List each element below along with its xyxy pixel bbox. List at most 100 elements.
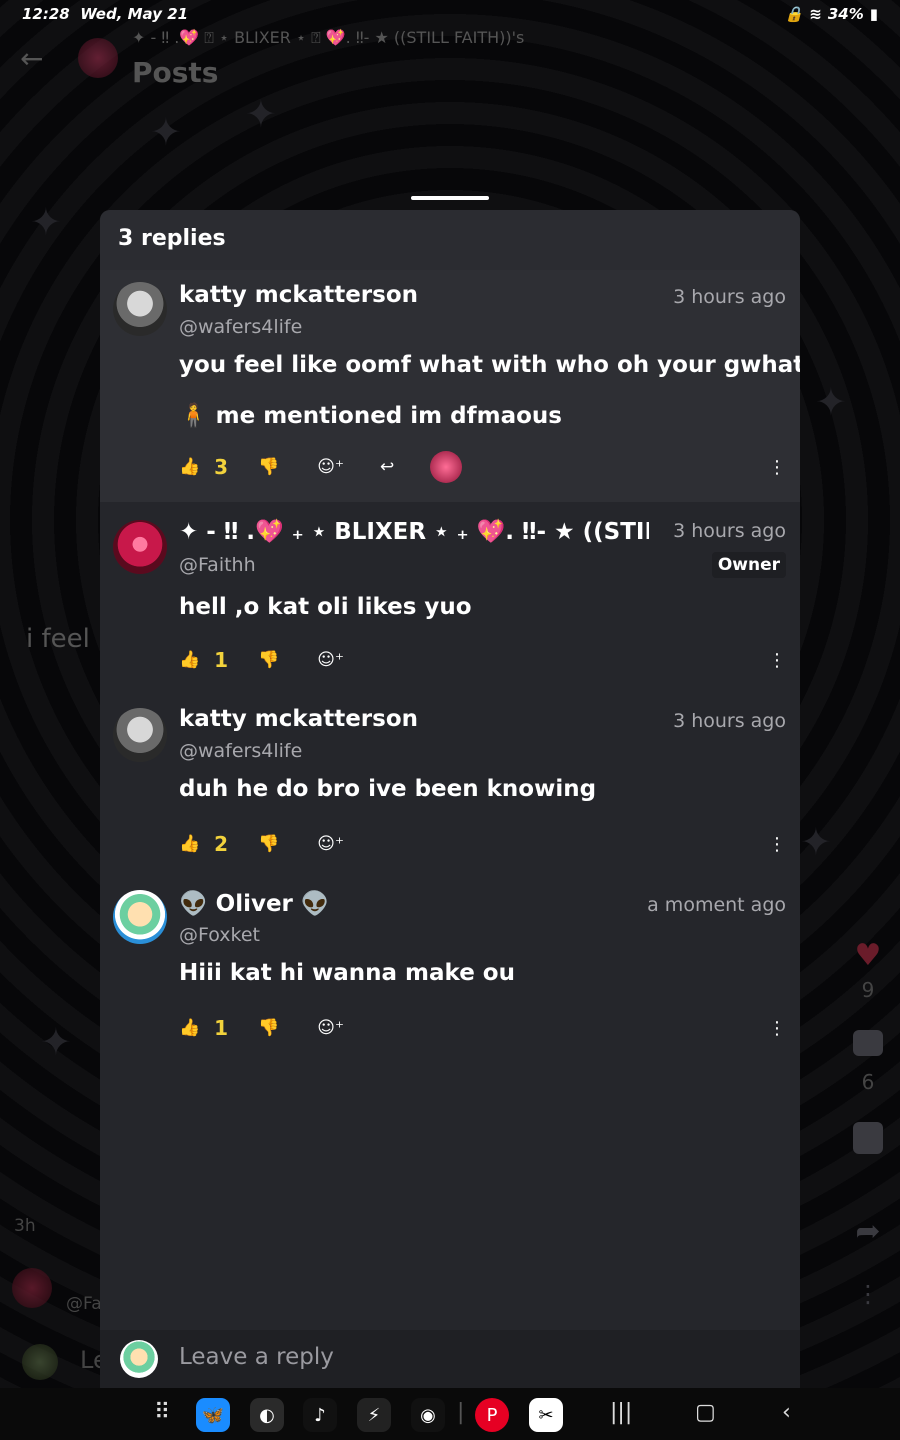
- ibispaint-app-icon[interactable]: ◐: [250, 1398, 284, 1432]
- thumbs-up-icon[interactable]: 👍: [179, 457, 200, 477]
- thumbs-up-icon[interactable]: 👍: [179, 650, 200, 670]
- sheet-title: 3 replies: [100, 210, 800, 270]
- recents-icon[interactable]: |||: [610, 1400, 632, 1425]
- thumbs-down-icon[interactable]: 👎: [258, 457, 279, 477]
- sticker-icon[interactable]: [848, 1122, 888, 1158]
- background-avatar: [12, 1268, 52, 1308]
- background-post-time: 3h: [14, 1216, 36, 1236]
- capcut-app-icon[interactable]: ✂: [529, 1398, 563, 1432]
- reply-author[interactable]: katty mckatterson: [179, 282, 418, 308]
- reply-actions: 👍 3 👎 ☺⁺ ↩ ⋮: [179, 451, 786, 483]
- heart-count: 9: [861, 978, 875, 1002]
- like-count: 2: [214, 832, 229, 856]
- page-title: Posts: [132, 56, 219, 89]
- divider: |: [457, 1400, 465, 1425]
- header-avatar[interactable]: [78, 38, 118, 78]
- reply-input[interactable]: Leave a reply: [179, 1344, 334, 1370]
- owner-badge: Owner: [711, 552, 786, 578]
- sparkle-icon: ✦: [800, 820, 832, 864]
- reply-handle[interactable]: @Foxket: [179, 924, 260, 946]
- thumbs-down-icon[interactable]: 👎: [258, 650, 279, 670]
- reply-item: katty mckatterson 3 hours ago @wafers4li…: [100, 690, 800, 874]
- bolt-app-icon[interactable]: ⚡: [357, 1398, 391, 1432]
- reply-text: Hiii kat hi wanna make ou: [179, 960, 515, 986]
- sparkle-icon: ✦: [40, 1020, 72, 1064]
- reply-item: ✦ - ‼ .💖 ₊ ⋆ BLIXER ⋆ ₊ 💖. ‼- ★ ((STILL …: [100, 502, 800, 690]
- lock-icon: 🔒: [784, 5, 804, 23]
- more-vertical-icon[interactable]: ⋮: [768, 834, 786, 855]
- reply-text: 🧍 me mentioned im dfmaous: [179, 403, 562, 429]
- page-header: ← ✦ - ‼ .💖 ⍰ ⋆ BLIXER ⋆ ⍰ 💖. ‼- ★ ((STIL…: [0, 28, 900, 108]
- pinterest-app-icon[interactable]: P: [475, 1398, 509, 1432]
- reply-actions: 👍 2 👎 ☺⁺ ⋮: [179, 829, 786, 859]
- add-reaction-icon[interactable]: ☺⁺: [317, 834, 344, 854]
- reply-handle[interactable]: @wafers4life: [179, 316, 302, 338]
- reply-handle[interactable]: @Faithh: [179, 554, 256, 576]
- avatar[interactable]: [113, 708, 167, 762]
- like-count: 1: [214, 1016, 229, 1040]
- heart-icon[interactable]: ♥: [848, 938, 888, 973]
- battery-level: 34%: [827, 5, 864, 23]
- more-vertical-icon[interactable]: ⋮: [768, 457, 786, 478]
- reply-time: 3 hours ago: [673, 710, 786, 732]
- back-arrow-icon[interactable]: ←: [20, 42, 43, 75]
- status-date: Wed, May 21: [80, 5, 189, 23]
- share-icon[interactable]: ➦: [848, 1214, 888, 1249]
- background-post-text: i feel: [26, 624, 90, 654]
- add-reaction-icon[interactable]: ☺⁺: [317, 1018, 344, 1038]
- wifi-icon: ≋: [809, 5, 822, 23]
- reply-item: katty mckatterson 3 hours ago @wafers4li…: [100, 270, 800, 502]
- thumbs-down-icon[interactable]: 👎: [258, 834, 279, 854]
- discord-app-icon[interactable]: ◉: [411, 1398, 445, 1432]
- header-subtitle: ✦ - ‼ .💖 ⍰ ⋆ BLIXER ⋆ ⍰ 💖. ‼- ★ ((STILL …: [132, 28, 525, 47]
- like-count: 3: [214, 455, 229, 479]
- avatar[interactable]: [113, 520, 167, 574]
- reply-handle[interactable]: @wafers4life: [179, 740, 302, 762]
- like-count: 1: [214, 648, 229, 672]
- reply-actions: 👍 1 👎 ☺⁺ ⋮: [179, 1013, 786, 1043]
- more-vertical-icon[interactable]: ⋮: [768, 1018, 786, 1039]
- reaction-sticker[interactable]: [430, 451, 463, 483]
- avatar[interactable]: [113, 890, 167, 944]
- add-reaction-icon[interactable]: ☺⁺: [317, 650, 344, 670]
- reply-time: 3 hours ago: [673, 520, 786, 542]
- tiktok-app-icon[interactable]: ♪: [303, 1398, 337, 1432]
- comment-icon[interactable]: [848, 1030, 888, 1060]
- thumbs-up-icon[interactable]: 👍: [179, 834, 200, 854]
- reply-arrow-icon[interactable]: ↩: [380, 457, 394, 477]
- more-vertical-icon[interactable]: ⋮: [768, 650, 786, 671]
- sparkle-icon: ✦: [150, 110, 182, 154]
- battery-icon: ▮: [869, 5, 878, 23]
- reply-text: you feel like oomf what with who oh your…: [179, 352, 800, 378]
- home-icon[interactable]: ▢: [695, 1400, 716, 1425]
- reply-text: duh he do bro ive been knowing: [179, 776, 597, 802]
- avatar: [120, 1340, 158, 1378]
- thumbs-up-icon[interactable]: 👍: [179, 1018, 200, 1038]
- bluesky-app-icon[interactable]: 🦋: [196, 1398, 230, 1432]
- comment-count: 6: [861, 1070, 875, 1094]
- reply-time: 3 hours ago: [673, 286, 786, 308]
- system-nav-bar: ⠿ 🦋 ◐ ♪ ⚡ ◉ | P ✂ ||| ▢ ‹: [0, 1388, 900, 1440]
- background-avatar: [22, 1344, 58, 1380]
- reply-author[interactable]: 👽 Oliver 👽: [179, 890, 330, 917]
- status-time: 12:28: [22, 5, 70, 23]
- reply-time: a moment ago: [647, 894, 786, 916]
- background-handle: @Fa: [66, 1294, 102, 1314]
- reply-text: hell ,o kat oli likes yuo: [179, 594, 472, 620]
- reply-author[interactable]: ✦ - ‼ .💖 ₊ ⋆ BLIXER ⋆ ₊ 💖. ‼- ★ ((STILL: [179, 518, 649, 545]
- back-icon[interactable]: ‹: [782, 1400, 791, 1425]
- sparkle-icon: ✦: [815, 380, 847, 424]
- replies-sheet: 3 replies katty mckatterson 3 hours ago …: [100, 210, 800, 1388]
- app-drawer-icon[interactable]: ⠿: [154, 1400, 170, 1425]
- avatar[interactable]: [113, 282, 167, 336]
- more-vertical-icon[interactable]: ⋮: [848, 1280, 888, 1308]
- add-reaction-icon[interactable]: ☺⁺: [317, 457, 344, 477]
- reply-item: 👽 Oliver 👽 a moment ago @Foxket Hiii kat…: [100, 874, 800, 1058]
- reply-actions: 👍 1 👎 ☺⁺ ⋮: [179, 645, 786, 675]
- sheet-drag-handle[interactable]: [411, 196, 489, 200]
- status-bar: 12:28 Wed, May 21 🔒 ≋ 34% ▮: [0, 0, 900, 28]
- reply-composer[interactable]: Leave a reply: [100, 1330, 800, 1388]
- reply-author[interactable]: katty mckatterson: [179, 706, 418, 732]
- thumbs-down-icon[interactable]: 👎: [258, 1018, 279, 1038]
- sparkle-icon: ✦: [30, 200, 62, 244]
